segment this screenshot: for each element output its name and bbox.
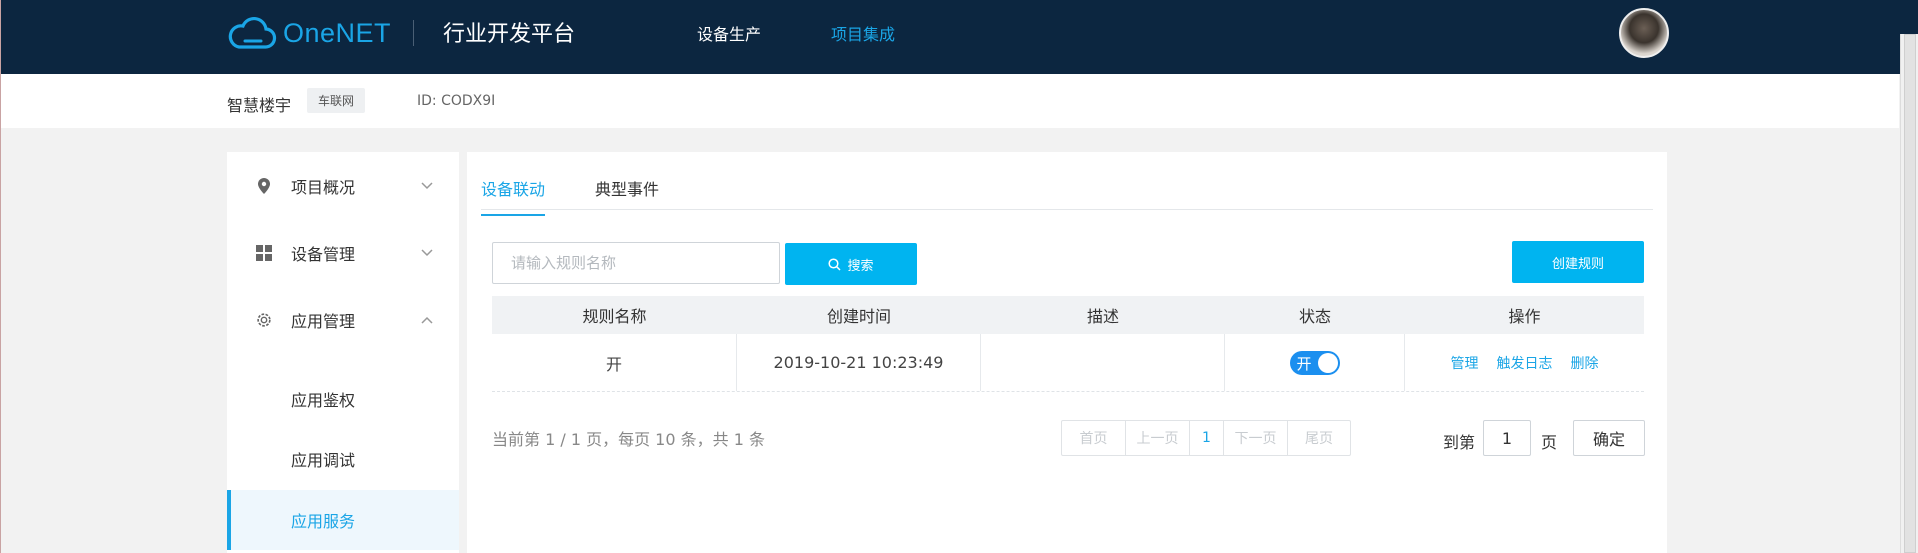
sidebar-item-label: 应用管理	[291, 312, 356, 331]
chevron-down-icon	[421, 179, 433, 193]
column-header-actions: 操作	[1508, 307, 1541, 326]
nav-device-production[interactable]: 设备生产	[697, 21, 761, 45]
sidebar-subitem-app-service[interactable]: 应用服务	[227, 490, 459, 550]
last-page-button[interactable]: 尾页	[1288, 421, 1350, 455]
goto-page-suffix: 页	[1541, 433, 1558, 452]
pagination: 首页 上一页 1 下一页 尾页	[1061, 420, 1351, 456]
platform-title: 行业开发平台	[443, 22, 576, 47]
status-toggle-label: 开	[1296, 354, 1312, 373]
goto-page-label: 到第	[1443, 433, 1476, 452]
sidebar: 项目概况 设备管理 应用管理 应用鉴权 应用调试 应用服务	[227, 152, 459, 553]
sidebar-subitem-app-auth[interactable]: 应用鉴权	[227, 369, 459, 429]
description-cell	[981, 334, 1225, 391]
search-button-label: 搜索	[847, 258, 874, 274]
toggle-knob	[1317, 352, 1338, 373]
sidebar-item-label: 项目概况	[291, 178, 356, 197]
sidebar-item-app-management[interactable]: 应用管理	[227, 298, 459, 342]
column-header-description: 描述	[1086, 307, 1119, 326]
main-panel: 设备联动 典型事件 搜索 创建规则 规则名称 创建时间 描述 状态 操作 开 2…	[467, 152, 1667, 553]
status-toggle[interactable]: 开	[1289, 350, 1340, 375]
sidebar-item-label: 设备管理	[291, 245, 356, 264]
pagination-info: 当前第 1 / 1 页，每页 10 条，共 1 条	[492, 430, 765, 449]
column-header-status: 状态	[1298, 307, 1331, 326]
table-row: 开 2019-10-21 10:23:49 开 管理 触发日志 删除	[492, 334, 1644, 392]
location-pin-icon	[255, 177, 273, 195]
project-tag: 车联网	[307, 88, 366, 113]
sidebar-item-device-management[interactable]: 设备管理	[227, 231, 459, 275]
project-name: 智慧楼宇	[227, 96, 292, 115]
column-header-created-time: 创建时间	[826, 307, 891, 326]
goto-confirm-button[interactable]: 确定	[1573, 420, 1645, 456]
tab-device-linkage[interactable]: 设备联动	[481, 176, 546, 216]
top-bar: OneNET 行业开发平台 设备生产 项目集成	[1, 0, 1918, 74]
next-page-button[interactable]: 下一页	[1224, 421, 1288, 455]
tab-bar: 设备联动 典型事件	[481, 152, 1653, 216]
sidebar-subitem-label: 应用调试	[291, 451, 356, 470]
nav-project-integration[interactable]: 项目集成	[831, 21, 895, 45]
rule-search-input[interactable]	[492, 242, 780, 284]
sidebar-subitem-label: 应用鉴权	[291, 391, 356, 410]
sidebar-item-project-overview[interactable]: 项目概况	[227, 164, 459, 208]
column-header-rule-name: 规则名称	[582, 307, 647, 326]
grid-icon	[255, 244, 273, 262]
onenet-logo[interactable]: OneNET	[227, 13, 391, 53]
page-number-button[interactable]: 1	[1190, 421, 1224, 455]
first-page-button[interactable]: 首页	[1062, 421, 1126, 455]
manage-link[interactable]: 管理	[1451, 353, 1479, 373]
actions-cell: 管理 触发日志 删除	[1405, 334, 1644, 391]
delete-link[interactable]: 删除	[1571, 353, 1599, 373]
chevron-down-icon	[421, 246, 433, 260]
sidebar-subitem-label: 应用服务	[291, 512, 356, 531]
create-rule-button[interactable]: 创建规则	[1512, 241, 1644, 283]
created-time-cell: 2019-10-21 10:23:49	[737, 334, 981, 391]
goto-page-input[interactable]	[1483, 420, 1531, 456]
project-id: ID: CODX9I	[417, 93, 496, 109]
prev-page-button[interactable]: 上一页	[1126, 421, 1190, 455]
search-button[interactable]: 搜索	[785, 243, 917, 285]
scrollbar-thumb[interactable]	[1904, 34, 1916, 553]
status-cell: 开	[1225, 334, 1405, 391]
vertical-scrollbar[interactable]	[1900, 34, 1918, 553]
sidebar-subitem-app-debug[interactable]: 应用调试	[227, 429, 459, 489]
rules-table: 规则名称 创建时间 描述 状态 操作 开 2019-10-21 10:23:49…	[492, 296, 1644, 392]
gear-icon	[255, 311, 273, 329]
header-divider	[413, 20, 414, 46]
logo-text: OneNET	[283, 17, 392, 48]
search-icon	[828, 257, 842, 271]
cloud-logo-icon	[228, 16, 277, 49]
tab-typical-events[interactable]: 典型事件	[595, 176, 659, 214]
project-subheader: 智慧楼宇 车联网 ID: CODX9I	[1, 74, 1899, 128]
table-header: 规则名称 创建时间 描述 状态 操作	[492, 296, 1644, 334]
rule-name-cell: 开	[492, 334, 737, 391]
trigger-log-link[interactable]: 触发日志	[1497, 353, 1553, 373]
user-avatar[interactable]	[1619, 8, 1669, 58]
chevron-up-icon	[421, 313, 433, 327]
